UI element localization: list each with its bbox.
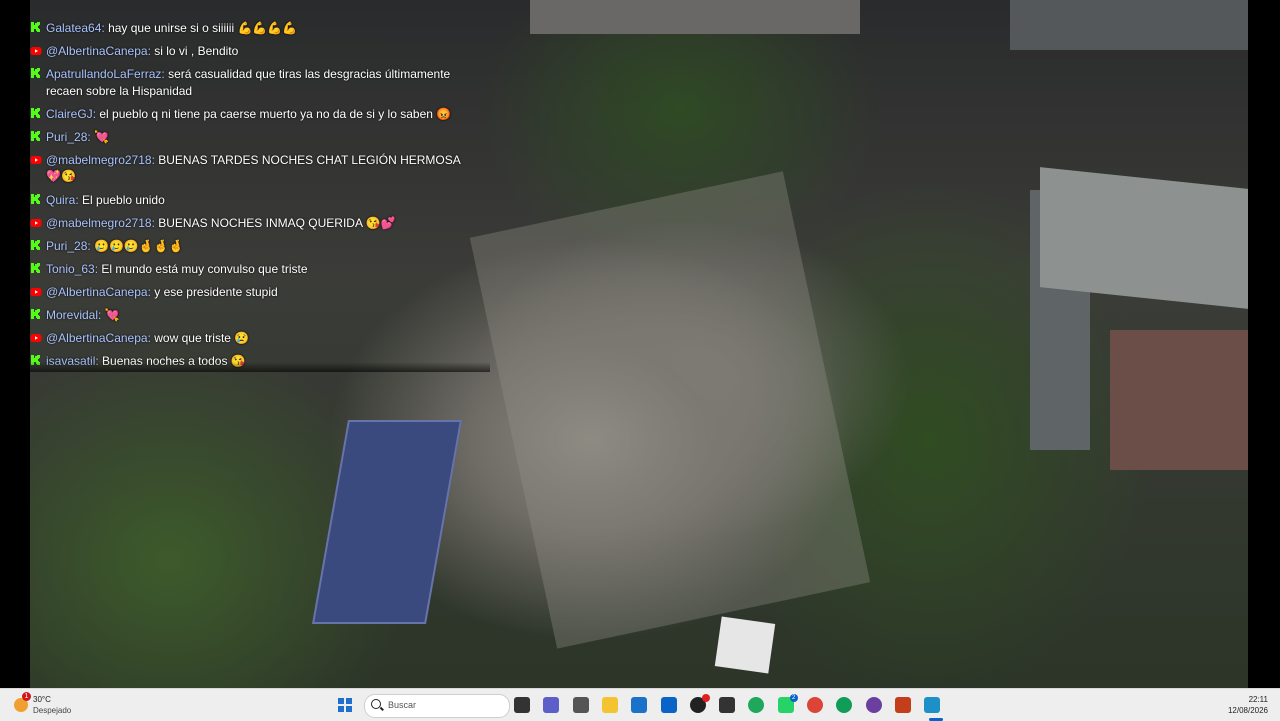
chat-message: @AlbertinaCanepa: wow que triste 😢 xyxy=(30,330,490,347)
chrome-icon[interactable] xyxy=(807,697,823,713)
chat-username[interactable]: @AlbertinaCanepa xyxy=(46,331,148,345)
taskbar: 1 30°C Despejado Buscar 2 22:11 12/08/20… xyxy=(0,688,1280,721)
white-tent xyxy=(714,616,776,674)
app-icon[interactable] xyxy=(572,697,589,713)
weather-description: Despejado xyxy=(33,706,72,715)
file-explorer-icon[interactable] xyxy=(601,697,618,713)
search-box[interactable]: Buscar xyxy=(364,694,510,718)
chat-message: @AlbertinaCanepa: y ese presidente stupi… xyxy=(30,284,490,301)
powerpoint-icon[interactable] xyxy=(894,697,911,713)
store-icon[interactable] xyxy=(631,697,648,713)
chat-emoji: 😘💕 xyxy=(365,215,396,230)
chat-message: Morevidal: 💘 xyxy=(30,307,490,324)
chat-text: hay que unirse si o siiiiii xyxy=(108,21,235,35)
collapsed-building-rubble xyxy=(469,171,871,649)
chat-emoji: 💘 xyxy=(104,308,120,323)
chat-emoji: 😢 xyxy=(234,331,250,346)
chat-emoji: 💘 xyxy=(94,129,109,144)
youtube-icon xyxy=(30,218,42,227)
chat-emoji: 💖😘 xyxy=(46,169,76,184)
search-placeholder: Buscar xyxy=(388,700,417,710)
edge-icon[interactable] xyxy=(748,697,765,713)
chat-message: Puri_28: 💘 xyxy=(30,129,490,146)
chat-message: @mabelmegro2718: BUENAS TARDES NOCHES CH… xyxy=(30,152,490,185)
kick-icon xyxy=(31,130,40,141)
chat-username[interactable]: Galatea64 xyxy=(46,21,101,35)
youtube-icon xyxy=(30,155,42,164)
kick-icon xyxy=(31,68,40,79)
chat-text: wow que triste xyxy=(154,331,231,346)
kick-icon xyxy=(31,22,40,32)
building-rooftop xyxy=(1010,0,1248,50)
chat-emoji: 😡 xyxy=(436,106,452,121)
chat-message: Quira: El pueblo unido xyxy=(30,192,490,209)
chat-message: ApatrullandoLaFerraz: será casualidad qu… xyxy=(30,66,490,99)
whatsapp-badge: 2 xyxy=(789,694,798,702)
chat-separator: : xyxy=(75,192,83,207)
kick-icon xyxy=(31,193,40,204)
chat-message: @mabelmegro2718: BUENAS NOCHES INMAQ QUE… xyxy=(30,215,490,232)
record-app-icon[interactable] xyxy=(689,694,710,713)
notification-badge: 1 xyxy=(22,692,31,701)
kick-icon xyxy=(31,239,40,250)
chat-username[interactable]: Tonio_63 xyxy=(46,262,95,276)
chat-text: El pueblo unido xyxy=(82,192,165,207)
chat-emoji: 🥲🥲🥲🤞🤞🤞 xyxy=(94,238,184,253)
chat-username[interactable]: Morevidal xyxy=(46,308,98,322)
start-button[interactable] xyxy=(338,698,352,712)
chat-username[interactable]: Quira xyxy=(46,193,75,207)
chat-text: el pueblo q ni tiene pa caerse muerto ya… xyxy=(99,106,433,121)
chat-fade xyxy=(30,362,490,372)
chat-username[interactable]: @mabelmegro2718 xyxy=(46,216,152,230)
cube-app-icon[interactable] xyxy=(719,697,736,713)
building-rooftop xyxy=(530,0,860,34)
obs-icon[interactable] xyxy=(865,697,882,713)
outlook-icon[interactable] xyxy=(660,697,677,713)
chat-message: @AlbertinaCanepa: si lo vi , Bendito xyxy=(30,43,490,60)
chat-username[interactable]: @AlbertinaCanepa xyxy=(46,285,148,299)
chat-text: si lo vi , Bendito xyxy=(154,44,239,59)
chat-message: Puri_28: 🥲🥲🥲🤞🤞🤞 xyxy=(30,238,490,255)
clock-time: 22:11 xyxy=(1248,695,1268,704)
chat-username[interactable]: ClaireGJ xyxy=(46,107,93,121)
building-roof-red xyxy=(1110,330,1248,470)
system-clock[interactable]: 22:11 12/08/2026 xyxy=(1228,694,1268,716)
chat-message: ClaireGJ: el pueblo q ni tiene pa caerse… xyxy=(30,106,490,123)
chat-message: Galatea64: hay que unirse si o siiiiii 💪… xyxy=(30,20,490,37)
search-icon xyxy=(371,699,381,709)
chat-username[interactable]: ApatrullandoLaFerraz xyxy=(46,67,161,81)
building-roof xyxy=(1040,167,1248,309)
chat-text: El mundo está muy convulso que triste xyxy=(101,261,308,276)
chat-username[interactable]: Puri_28 xyxy=(46,130,87,144)
task-view-icon[interactable] xyxy=(514,697,530,713)
kick-icon xyxy=(31,107,40,118)
chat-message: Tonio_63: El mundo está muy convulso que… xyxy=(30,261,490,278)
streaming-app-icon[interactable] xyxy=(924,697,941,713)
chat-text: y ese presidente stupid xyxy=(154,284,278,299)
chat-emoji: 💪💪💪💪 xyxy=(237,21,298,35)
weather-temperature: 30°C xyxy=(33,695,51,704)
youtube-icon xyxy=(30,287,42,296)
chat-separator: : xyxy=(98,308,105,323)
kick-icon xyxy=(31,262,40,273)
teams-icon[interactable] xyxy=(543,697,560,713)
weather-widget[interactable]: 1 30°C Despejado xyxy=(10,692,130,718)
chat-username[interactable]: Puri_28 xyxy=(46,239,87,253)
chat-overlay: Galatea64: hay que unirse si o siiiiii 💪… xyxy=(30,20,490,372)
recording-indicator xyxy=(701,694,710,702)
chat-username[interactable]: @mabelmegro2718 xyxy=(46,153,152,167)
clock-date: 12/08/2026 xyxy=(1227,706,1268,715)
kick-icon xyxy=(31,309,40,320)
chat-text: BUENAS NOCHES INMAQ QUERIDA xyxy=(158,215,363,230)
chat-text: BUENAS TARDES NOCHES CHAT LEGIÓN HERMOSA xyxy=(158,152,461,167)
youtube-icon xyxy=(30,47,42,56)
youtube-icon xyxy=(30,334,42,343)
chat-username[interactable]: @AlbertinaCanepa xyxy=(46,44,148,58)
chrome-profile-icon[interactable] xyxy=(836,697,853,713)
sports-court xyxy=(312,420,462,624)
whatsapp-icon[interactable]: 2 xyxy=(777,694,798,713)
